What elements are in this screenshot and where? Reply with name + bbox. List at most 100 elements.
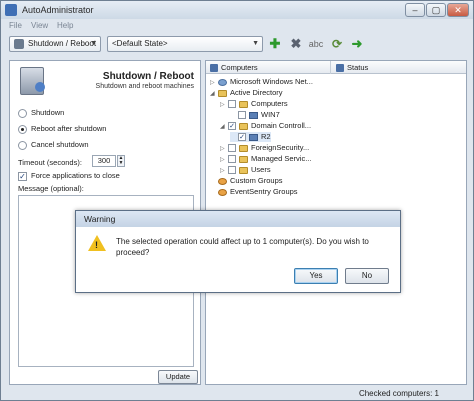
tree-item-domain-controllers[interactable]: ◢ ✓ Domain Controll... — [220, 121, 311, 131]
action-dropdown[interactable]: Shutdown / Reboot ▼ — [9, 36, 101, 52]
rename-icon[interactable]: abc — [306, 36, 326, 52]
tree-item-r2[interactable]: ✓ R2 — [230, 132, 271, 142]
refresh-icon[interactable]: ⟳ — [329, 36, 345, 52]
panel-subtitle: Shutdown and reboot machines — [95, 83, 194, 90]
checkbox[interactable] — [228, 100, 236, 109]
tree-item-label: Custom Groups — [230, 176, 283, 185]
folder-icon — [239, 155, 248, 163]
toolbar: Shutdown / Reboot ▼ <Default State> ▼ ✚ … — [1, 32, 473, 56]
warning-dialog: Warning ! The selected operation could a… — [75, 210, 401, 293]
app-window: AutoAdministrator – ▢ ✕ File View Help S… — [0, 0, 474, 401]
radio-label: Cancel shutdown — [31, 140, 89, 149]
app-icon — [5, 4, 17, 16]
tree-item-label: Microsoft Windows Net... — [230, 77, 313, 86]
tree-item-active-directory[interactable]: ◢ Active Directory — [210, 88, 283, 98]
no-button[interactable]: No — [345, 268, 389, 284]
tree-item-win7[interactable]: WIN7 — [230, 110, 280, 120]
delete-icon[interactable]: ✖ — [288, 36, 304, 52]
timeout-label: Timeout (seconds): — [18, 158, 82, 167]
radio-shutdown[interactable]: Shutdown — [18, 108, 64, 118]
status-icon — [336, 64, 344, 73]
column-computers-label: Computers — [221, 63, 258, 72]
add-icon[interactable]: ✚ — [267, 36, 283, 52]
computer-icon — [249, 133, 258, 141]
checkbox-checked[interactable]: ✓ — [228, 122, 236, 131]
panel-title: Shutdown / Reboot — [102, 71, 194, 82]
tree-item-windows-network[interactable]: ▷ Microsoft Windows Net... — [210, 77, 313, 87]
column-divider[interactable] — [330, 61, 331, 74]
checkmark-icon: ✓ — [18, 171, 27, 181]
timeout-input[interactable]: 300 — [92, 155, 116, 167]
expand-icon[interactable]: ▷ — [220, 101, 228, 108]
checkbox[interactable] — [228, 155, 236, 164]
tree-item-label: ForeignSecurity... — [251, 143, 310, 152]
computer-icon — [249, 111, 258, 119]
radio-icon — [18, 140, 27, 150]
force-close-checkbox[interactable]: ✓ Force applications to close — [18, 171, 120, 181]
expand-icon[interactable]: ▷ — [220, 145, 228, 152]
checkbox[interactable] — [228, 144, 236, 153]
tree-item-label: Active Directory — [230, 88, 283, 97]
column-status[interactable]: Status — [336, 63, 369, 73]
run-icon[interactable]: ➜ — [349, 36, 365, 52]
folder-icon — [239, 166, 248, 174]
tree-item-eventsentry-groups[interactable]: EventSentry Groups — [210, 187, 298, 197]
collapse-icon[interactable]: ◢ — [220, 123, 228, 130]
tree-item-label: EventSentry Groups — [230, 187, 298, 196]
checkbox-checked[interactable]: ✓ — [238, 133, 246, 142]
title-bar: AutoAdministrator – ▢ ✕ — [1, 1, 473, 19]
shutdown-icon — [14, 39, 24, 49]
menu-bar: File View Help — [1, 19, 473, 32]
radio-selected-icon — [18, 124, 27, 134]
dialog-message: The selected operation could affect up t… — [116, 237, 369, 257]
radio-cancel[interactable]: Cancel shutdown — [18, 140, 89, 150]
minimize-button[interactable]: – — [405, 3, 425, 17]
update-button[interactable]: Update — [158, 370, 198, 384]
radio-label: Shutdown — [31, 108, 65, 117]
computer-icon — [210, 64, 218, 73]
folder-icon — [239, 144, 248, 152]
column-status-label: Status — [347, 63, 369, 72]
tree-item-users[interactable]: ▷ Users — [220, 165, 271, 175]
expand-icon[interactable]: ▷ — [210, 79, 218, 86]
server-icon — [20, 67, 45, 95]
maximize-button[interactable]: ▢ — [426, 3, 446, 17]
group-icon — [218, 177, 227, 185]
message-label: Message (optional): — [18, 184, 84, 193]
yes-button[interactable]: Yes — [294, 268, 338, 284]
radio-icon — [18, 108, 27, 118]
menu-view[interactable]: View — [31, 21, 48, 30]
force-close-label: Force applications to close — [31, 171, 120, 180]
column-header: Computers Status — [206, 61, 466, 74]
folder-icon — [239, 122, 248, 130]
tree-item-label: R2 — [261, 132, 271, 141]
expand-icon[interactable]: ▷ — [220, 167, 228, 174]
tree-item-label: WIN7 — [261, 110, 280, 119]
radio-reboot[interactable]: Reboot after shutdown — [18, 124, 106, 134]
tree-item-label: Managed Servic... — [251, 154, 312, 163]
dialog-title-bar: Warning — [76, 211, 400, 227]
network-icon — [218, 78, 227, 86]
close-button[interactable]: ✕ — [447, 3, 469, 17]
tree-item-label: Users — [251, 165, 271, 174]
tree-item-label: Computers — [251, 99, 288, 108]
tree-item-managed-service[interactable]: ▷ Managed Servic... — [220, 154, 311, 164]
column-computers[interactable]: Computers — [210, 63, 258, 73]
checkbox[interactable] — [238, 111, 246, 120]
collapse-icon[interactable]: ◢ — [210, 90, 218, 97]
tree-item-foreign-security[interactable]: ▷ ForeignSecurity... — [220, 143, 309, 153]
expand-icon[interactable]: ▷ — [220, 156, 228, 163]
state-dropdown[interactable]: <Default State> ▼ — [107, 36, 263, 52]
menu-help[interactable]: Help — [57, 21, 73, 30]
timeout-stepper[interactable]: ▲ ▼ — [117, 155, 125, 167]
status-bar: Checked computers: 1 — [1, 387, 473, 400]
tree-item-computers[interactable]: ▷ Computers — [220, 99, 288, 109]
menu-file[interactable]: File — [9, 21, 22, 30]
folder-icon — [218, 89, 227, 97]
checked-computers-count: Checked computers: 1 — [358, 389, 439, 398]
group-icon — [218, 188, 227, 196]
action-dropdown-value: Shutdown / Reboot — [28, 39, 97, 48]
state-dropdown-value: <Default State> — [112, 39, 168, 48]
tree-item-custom-groups[interactable]: Custom Groups — [210, 176, 283, 186]
checkbox[interactable] — [228, 166, 236, 175]
